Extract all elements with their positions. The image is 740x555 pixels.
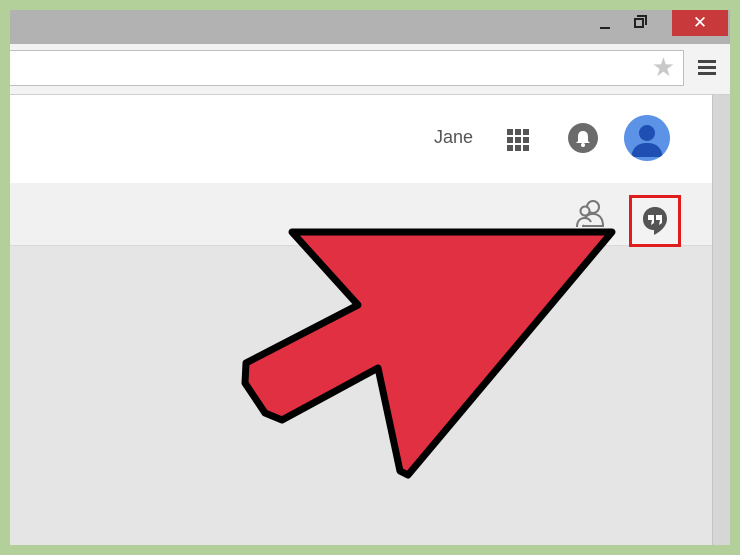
- annotation-arrow: [241, 228, 616, 479]
- browser-window: ✕ ★ Jane: [10, 10, 730, 545]
